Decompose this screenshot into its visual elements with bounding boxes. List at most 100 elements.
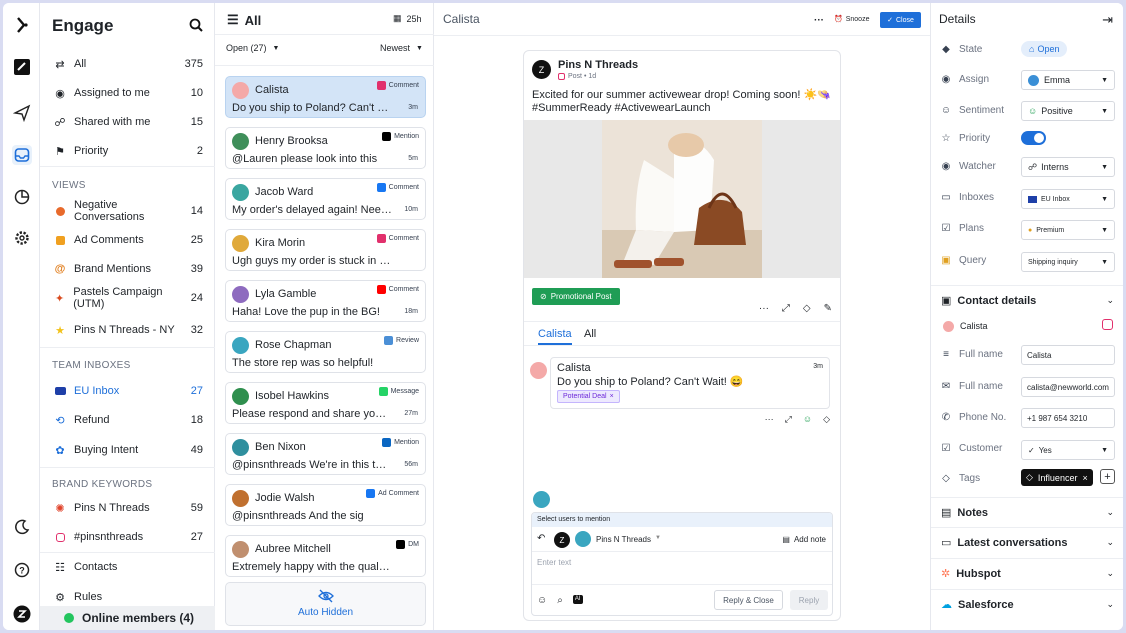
menu-icon[interactable]: ☰ bbox=[227, 12, 239, 28]
nav-item-view[interactable]: ★ Pins N Threads - NY 32 bbox=[52, 320, 203, 340]
users-icon: ☍ bbox=[1028, 161, 1038, 172]
conversation-card[interactable]: Aubree Mitchell DM Extremely happy with th… bbox=[225, 535, 426, 577]
post-image[interactable] bbox=[524, 120, 840, 278]
notes-section[interactable]: ▤ Notes ⌄ bbox=[931, 497, 1123, 527]
inboxes-select[interactable]: EU Inbox ▼ bbox=[1021, 189, 1115, 209]
remove-tag-icon[interactable]: × bbox=[610, 393, 614, 400]
edit-icon[interactable]: ✎ bbox=[824, 303, 832, 314]
sentiment-select[interactable]: ☺ Positive ▼ bbox=[1021, 101, 1115, 121]
conversation-card[interactable]: Calista Comment Do you ship to Poland? Can… bbox=[225, 76, 426, 118]
reply-mode-icon[interactable]: ↶ bbox=[537, 533, 545, 544]
salesforce-section[interactable]: ☁ Salesforce ⌄ bbox=[931, 589, 1123, 619]
logo-icon[interactable] bbox=[12, 15, 32, 35]
state-badge[interactable]: ⌂ Open bbox=[1021, 41, 1068, 57]
inbox-icon[interactable] bbox=[12, 145, 32, 165]
nav-item-view[interactable]: @ Brand Mentions 39 bbox=[52, 259, 203, 279]
nav-item-keyword[interactable]: #pinsnthreads 27 bbox=[52, 527, 203, 547]
conversation-card[interactable]: Kira Morin Comment Ugh guys my order is st… bbox=[225, 229, 426, 271]
expand-icon[interactable]: ⤢ bbox=[782, 303, 790, 314]
avatar bbox=[533, 491, 550, 508]
search-icon[interactable] bbox=[189, 18, 203, 35]
reply-close-button[interactable]: Reply & Close bbox=[714, 590, 783, 610]
potential-deal-tag[interactable]: Potential Deal × bbox=[557, 390, 620, 403]
instagram-icon bbox=[558, 73, 565, 80]
nav-item-view[interactable]: Ad Comments 25 bbox=[52, 230, 203, 250]
priority-toggle[interactable] bbox=[1021, 131, 1046, 145]
help-icon[interactable]: ? bbox=[12, 560, 32, 580]
nav-item-contacts[interactable]: ☷ Contacts bbox=[52, 557, 203, 577]
divider bbox=[434, 35, 930, 36]
nav-item-keyword[interactable]: ✺ Pins N Threads 59 bbox=[52, 498, 203, 518]
nav-item-all[interactable]: ⇄ All 375 bbox=[52, 54, 203, 74]
more-icon[interactable]: ··· bbox=[765, 414, 774, 425]
sla-timer[interactable]: ▦ 25h bbox=[393, 13, 422, 24]
conversation-card[interactable]: Lyla Gamble Comment Haha! Love the pup in … bbox=[225, 280, 426, 322]
latest-conversations-section[interactable]: ▭ Latest conversations ⌄ bbox=[931, 527, 1123, 557]
conversation-card[interactable]: Rose Chapman Review The store rep was so h… bbox=[225, 331, 426, 373]
settings-icon[interactable] bbox=[12, 228, 32, 248]
instagram-icon[interactable] bbox=[1102, 319, 1113, 330]
nav-item-view[interactable]: ✦ Pastels Campaign (UTM) 24 bbox=[52, 286, 203, 310]
more-icon[interactable]: ··· bbox=[759, 303, 769, 314]
conversation-card[interactable]: Ben Nixon Mention @pinsnthreads We're in t… bbox=[225, 433, 426, 475]
avatar bbox=[232, 286, 249, 303]
nav-item-priority[interactable]: ⚑ Priority 2 bbox=[52, 141, 203, 161]
full-name-field[interactable]: Calista bbox=[1021, 345, 1115, 365]
close-button[interactable]: ✓ Close bbox=[880, 12, 921, 28]
emoji-icon[interactable]: ☺ bbox=[537, 595, 547, 606]
email-field[interactable]: calista@newworld.com bbox=[1021, 377, 1115, 397]
add-note-button[interactable]: ▤ Add note bbox=[782, 535, 826, 544]
phone-field[interactable]: +1 987 654 3210 bbox=[1021, 408, 1115, 428]
auto-hidden-card[interactable]: Auto Hidden bbox=[225, 582, 426, 626]
influencer-tag[interactable]: ◇ Influencer × bbox=[1021, 469, 1093, 486]
sort-dropdown[interactable]: Newest ▼ bbox=[380, 43, 423, 53]
query-select[interactable]: Shipping inquiry ▼ bbox=[1021, 252, 1115, 272]
status-filter-dropdown[interactable]: Open (27) ▼ bbox=[226, 43, 279, 53]
conversation-card[interactable]: Isobel Hawkins Message Please respond and … bbox=[225, 382, 426, 424]
reports-icon[interactable] bbox=[12, 187, 32, 207]
dark-mode-icon[interactable] bbox=[12, 517, 32, 537]
post-actions: ··· ⤢ ◇ ✎ bbox=[759, 303, 832, 314]
hubspot-section[interactable]: ✲ Hubspot ⌄ bbox=[931, 558, 1123, 588]
customer-select[interactable]: ✓ Yes ▼ bbox=[1021, 440, 1115, 460]
nav-item-eu-inbox[interactable]: EU Inbox 27 bbox=[52, 381, 203, 401]
compose-icon[interactable] bbox=[12, 57, 32, 77]
conversation-card[interactable]: Jacob Ward Comment My order's delayed agai… bbox=[225, 178, 426, 220]
profile-avatar-icon[interactable] bbox=[12, 604, 32, 624]
nav-item-shared[interactable]: ☍ Shared with me 15 bbox=[52, 112, 203, 132]
search-icon[interactable]: ⌕ bbox=[557, 595, 563, 606]
conversation-card[interactable]: Jodie Walsh Ad Comment @pinsnthreads And t… bbox=[225, 484, 426, 526]
nav-item-view[interactable]: Negative Conversations 14 bbox=[52, 199, 203, 223]
conversation-card[interactable]: Henry Brooksa Mention @Lauren please look … bbox=[225, 127, 426, 169]
collapse-panel-icon[interactable]: ⇥ bbox=[1102, 12, 1113, 28]
nav-item-buying-intent[interactable]: ✿ Buying Intent 49 bbox=[52, 440, 203, 460]
tab-all[interactable]: All bbox=[584, 328, 596, 340]
plans-select[interactable]: ● Premium ▼ bbox=[1021, 220, 1115, 240]
reply-input[interactable]: Enter text bbox=[537, 558, 571, 567]
watcher-select[interactable]: ☍ Interns ▼ bbox=[1021, 157, 1115, 177]
engage-nav: Engage ⇄ All 375 ◉ Assigned to me 10 ☍ Shared… bbox=[40, 3, 215, 630]
sentiment-icon[interactable]: ☺ bbox=[803, 414, 812, 425]
snooze-button[interactable]: ⏰ Snooze bbox=[834, 15, 869, 24]
ai-icon[interactable]: AI bbox=[572, 595, 583, 604]
eye-off-icon bbox=[226, 589, 425, 606]
contact-details-section[interactable]: ▣ Contact details ⌄ bbox=[931, 285, 1123, 315]
reply-button[interactable]: Reply bbox=[790, 590, 828, 610]
message-preview: Do you ship to Poland? Can't Wait! bbox=[232, 102, 392, 114]
expand-icon[interactable]: ⤢ bbox=[785, 414, 792, 425]
add-tag-button[interactable]: + bbox=[1100, 469, 1115, 484]
promotional-post-tag[interactable]: ⊘ Promotional Post bbox=[532, 288, 620, 305]
tag-icon: ⊘ bbox=[540, 292, 547, 301]
tag-icon[interactable]: ◇ bbox=[823, 414, 830, 425]
nav-item-rules[interactable]: ⚙ Rules bbox=[52, 587, 203, 607]
publish-icon[interactable] bbox=[12, 103, 32, 123]
nav-item-assigned[interactable]: ◉ Assigned to me 10 bbox=[52, 83, 203, 103]
more-icon[interactable]: ··· bbox=[814, 15, 824, 26]
online-members[interactable]: Online members (4) bbox=[40, 606, 215, 630]
assign-select[interactable]: Emma ▼ bbox=[1021, 70, 1115, 90]
tag-icon[interactable]: ◇ bbox=[803, 303, 811, 314]
remove-tag-icon[interactable]: × bbox=[1082, 473, 1087, 483]
account-selector[interactable]: Pins N Threads ▼ bbox=[596, 535, 661, 544]
nav-item-refund[interactable]: ⟲ Refund 18 bbox=[52, 410, 203, 430]
tab-calista[interactable]: Calista bbox=[538, 328, 572, 345]
